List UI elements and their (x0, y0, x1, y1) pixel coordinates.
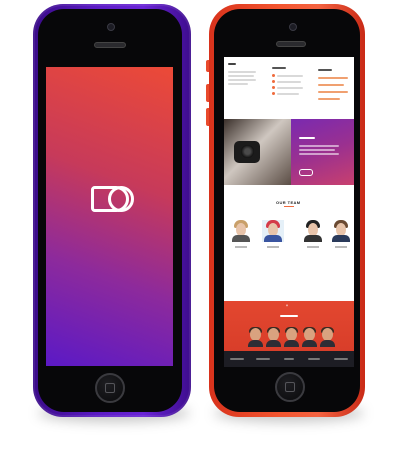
text-line (228, 79, 256, 81)
camera-photo (224, 119, 291, 185)
body (320, 340, 335, 347)
body (248, 340, 263, 347)
text-line (228, 75, 254, 77)
footer-link[interactable] (230, 358, 244, 360)
progress-bar (318, 84, 344, 86)
phone-front-panel: OUR TEAM “ (214, 9, 360, 412)
progress-bar (318, 91, 348, 93)
team-member-avatar[interactable] (330, 220, 352, 242)
earpiece-speaker (276, 41, 306, 47)
text-line (299, 137, 315, 139)
skills-section (224, 57, 354, 119)
front-camera-icon (289, 23, 297, 31)
shoulders (304, 235, 322, 242)
team-member-avatar[interactable] (262, 220, 284, 242)
person-photo (266, 327, 281, 347)
text-line (228, 71, 256, 73)
text-line (299, 145, 339, 147)
progress-bar (318, 77, 348, 79)
progress-bar (318, 98, 340, 100)
text-line (272, 67, 286, 69)
red-phone: OUR TEAM “ (209, 4, 365, 417)
check-icon (272, 74, 275, 77)
team-heading: OUR TEAM (276, 200, 301, 205)
shoulders (332, 235, 350, 242)
shoulders (232, 235, 250, 242)
text-line (299, 149, 335, 151)
earpiece-speaker (94, 42, 126, 48)
footer-nav (224, 351, 354, 367)
footer-link[interactable] (256, 358, 270, 360)
person-photo (284, 327, 299, 347)
text-line (228, 63, 236, 65)
do-logo-icon (91, 186, 134, 212)
website-preview-screen[interactable]: OUR TEAM “ (224, 57, 354, 367)
body (266, 340, 281, 347)
footer-link[interactable] (334, 358, 348, 360)
text-line (299, 153, 339, 155)
text-line (277, 87, 303, 89)
check-icon (272, 92, 275, 95)
home-button[interactable] (275, 372, 305, 402)
shoulders (264, 235, 282, 242)
person-photo (320, 327, 335, 347)
purple-phone: DO (33, 4, 191, 417)
read-more-button[interactable] (299, 169, 313, 176)
member-caption (335, 246, 347, 248)
text-line (277, 81, 301, 83)
member-caption (267, 246, 279, 248)
footer-link[interactable] (308, 358, 320, 360)
text-line (280, 315, 298, 317)
launch-screen[interactable]: DO (46, 67, 173, 366)
footer-link[interactable] (284, 358, 294, 360)
home-button[interactable] (95, 373, 125, 403)
quote-icon: “ (286, 305, 288, 311)
camera-icon (234, 141, 260, 163)
text-line (318, 69, 332, 71)
member-caption (307, 246, 319, 248)
person-photo (248, 327, 263, 347)
check-icon (272, 80, 275, 83)
phone-front-panel: DO (38, 9, 182, 412)
person-photo (302, 327, 317, 347)
front-camera-icon (107, 23, 115, 31)
body (284, 340, 299, 347)
check-icon (272, 86, 275, 89)
team-member-avatar[interactable] (302, 220, 324, 242)
member-caption (235, 246, 247, 248)
team-member-avatar[interactable] (230, 220, 252, 242)
text-line (228, 83, 248, 85)
body (302, 340, 317, 347)
heading-underline (284, 206, 294, 207)
text-line (277, 75, 303, 77)
text-line (277, 93, 299, 95)
logo-o-shape (108, 186, 134, 212)
